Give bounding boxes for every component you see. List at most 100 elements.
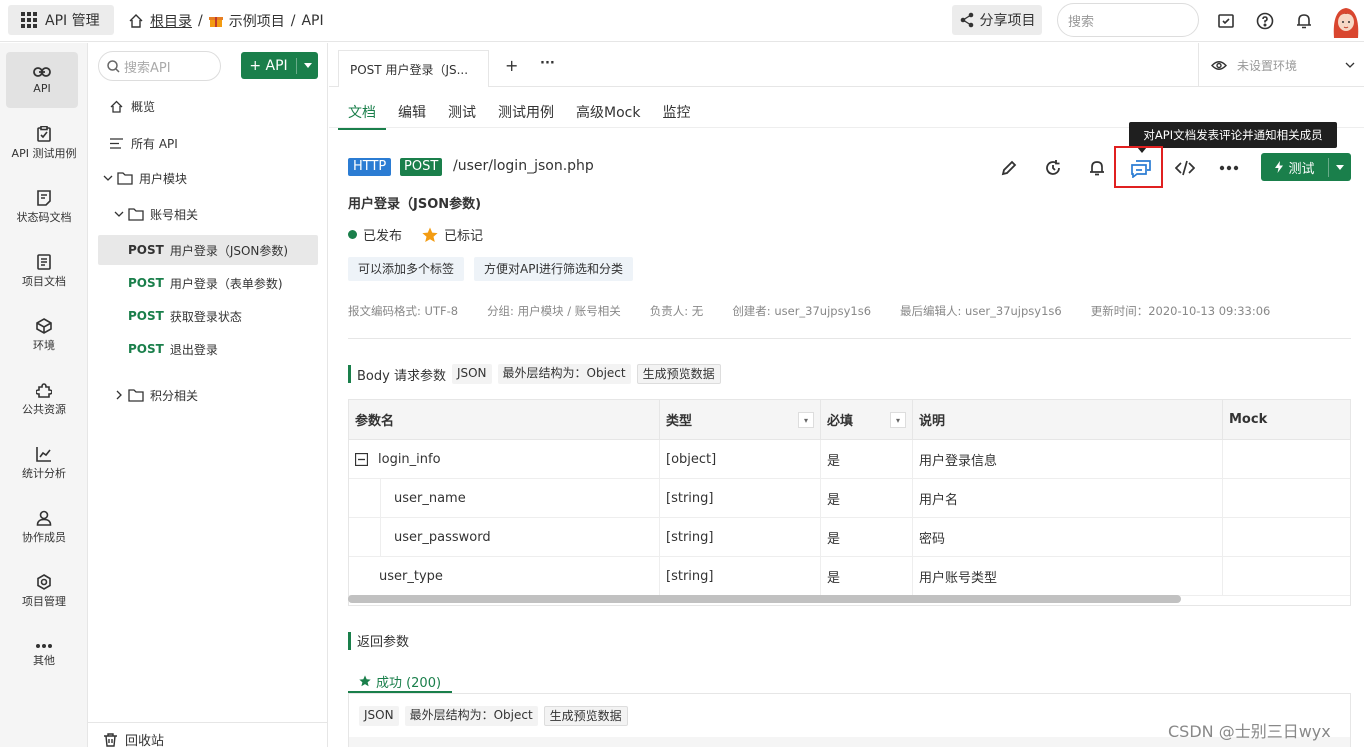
trash-button[interactable]: 回收站: [104, 730, 164, 747]
environment-select[interactable]: 未设置环境: [1198, 43, 1364, 87]
tab-more-button[interactable]: ···: [540, 56, 555, 71]
chart-icon: [36, 446, 52, 462]
rail-item-project-management[interactable]: 项目管理: [0, 563, 88, 619]
table-cell-desc: 用户账号类型: [913, 557, 1223, 596]
rail-item-shared-resources[interactable]: 公共资源: [0, 371, 88, 427]
tab-test[interactable]: 测试: [448, 102, 476, 130]
test-button-main[interactable]: 测试: [1261, 157, 1329, 177]
bell-icon[interactable]: [1293, 10, 1315, 32]
rail-item-members[interactable]: 协作成员: [0, 499, 88, 555]
generate-preview-button[interactable]: 生成预览数据: [543, 706, 628, 726]
meta-owner: 负责人: 无: [649, 304, 704, 318]
api-path: /user/login_json.php: [453, 158, 594, 174]
api-name: 用户登录（JSON参数): [169, 243, 289, 258]
tab-test-cases[interactable]: 测试用例: [498, 102, 554, 130]
tab-label: 成功 (200): [375, 675, 442, 691]
rail-label: 项目管理: [22, 594, 66, 608]
sort-icon[interactable]: ▾: [798, 412, 814, 428]
rail-item-status-code-docs[interactable]: 状态码文档: [0, 179, 88, 235]
section-title: 返回参数: [357, 635, 410, 650]
generate-preview-button[interactable]: 生成预览数据: [636, 364, 721, 384]
meta-updated: 更新时间：2020-10-13 09:33:06: [1090, 304, 1271, 318]
horizontal-scrollbar[interactable]: [348, 595, 1181, 603]
link-icon: [33, 65, 51, 79]
table-cell-mock: [1223, 479, 1350, 518]
tree-folder-user-module[interactable]: 用户模块: [98, 163, 318, 193]
table-cell-mock: [1223, 518, 1350, 557]
collapse-icon[interactable]: [355, 452, 368, 466]
task-icon[interactable]: [1215, 10, 1237, 32]
share-project-button[interactable]: 分享项目: [952, 5, 1042, 35]
add-api-label[interactable]: + API: [241, 57, 297, 74]
tree-api-item[interactable]: POST 获取登录状态: [98, 301, 318, 331]
bell-icon[interactable]: [1086, 157, 1108, 179]
tab-advanced-mock[interactable]: 高级Mock: [576, 102, 640, 130]
avatar[interactable]: [1330, 4, 1362, 38]
table-cell-name: user_password: [381, 518, 660, 557]
table-cell-required: 是: [821, 440, 913, 479]
tab-monitor[interactable]: 监控: [662, 102, 690, 130]
table-cell-type: [string]: [660, 518, 821, 557]
rail-item-more[interactable]: 其他: [0, 627, 88, 683]
rail-item-statistics[interactable]: 统计分析: [0, 435, 88, 491]
trash-icon: [104, 732, 117, 747]
test-button[interactable]: 测试: [1261, 153, 1351, 181]
outer-structure-pill: 最外层结构为：Object: [497, 364, 631, 384]
rail-item-api-test-cases[interactable]: API 测试用例: [0, 115, 88, 171]
tree-folder-account[interactable]: 账号相关: [98, 199, 318, 229]
tag[interactable]: 方便对API进行筛选和分类: [474, 257, 633, 281]
rail-item-environment[interactable]: 环境: [0, 307, 88, 363]
code-icon[interactable]: [1174, 157, 1196, 179]
api-title: 用户登录（JSON参数): [348, 197, 482, 212]
tree-item-overview[interactable]: 概览: [98, 91, 318, 121]
doc-icon: [37, 189, 51, 206]
tab-doc[interactable]: 文档: [338, 102, 386, 130]
breadcrumb-sep: /: [198, 13, 203, 29]
tree-item-all-api[interactable]: 所有 API: [98, 128, 318, 158]
tab-label: POST 用户登录（JS...: [350, 62, 469, 77]
meta-row: 报文编码格式: UTF-8 分组: 用户模块 / 账号相关 负责人: 无 创建者…: [348, 303, 1270, 319]
protocol-badge: HTTP: [348, 158, 392, 176]
table-cell-name: login_info: [349, 440, 660, 479]
tree-label: 概览: [131, 99, 156, 114]
column-header-required: 必填 ▾: [821, 400, 913, 440]
global-search-input[interactable]: 搜索: [1057, 3, 1199, 37]
rail-item-api[interactable]: API: [6, 52, 78, 108]
tree-api-item[interactable]: POST 用户登录（JSON参数): [98, 235, 318, 265]
help-icon[interactable]: [1254, 10, 1276, 32]
watermark: CSDN @士别三日wyx: [1168, 722, 1331, 741]
table-cell-desc: 密码: [913, 518, 1223, 557]
rail-label: 其他: [33, 653, 55, 667]
tree-api-item[interactable]: POST 退出登录: [98, 334, 318, 364]
history-icon[interactable]: [1042, 157, 1064, 179]
puzzle-icon: [36, 382, 52, 398]
status-row: 已发布 已标记: [348, 225, 483, 244]
new-tab-button[interactable]: +: [505, 56, 518, 75]
table-cell-type: [string]: [660, 557, 821, 596]
tree-folder-points[interactable]: 积分相关: [98, 380, 318, 410]
app-label: API 管理: [45, 13, 100, 29]
tag[interactable]: 可以添加多个标签: [348, 257, 465, 281]
share-label: 分享项目: [979, 13, 1036, 29]
breadcrumb-project[interactable]: 示例项目: [229, 11, 285, 31]
open-api-tab[interactable]: POST 用户登录（JS...: [338, 50, 489, 87]
app-menu-button[interactable]: API 管理: [8, 5, 114, 35]
star-icon[interactable]: [422, 227, 438, 243]
api-name: 获取登录状态: [169, 309, 242, 324]
tab-success-200[interactable]: 成功 (200): [348, 671, 452, 693]
method-badge: POST: [128, 342, 164, 356]
format-pill: JSON: [451, 364, 492, 384]
api-search-input[interactable]: 搜索API: [98, 51, 221, 81]
caret-down-icon[interactable]: [1329, 164, 1351, 170]
add-api-button[interactable]: + API: [241, 52, 318, 79]
caret-down-icon[interactable]: [297, 63, 318, 68]
breadcrumb: 根目录 / 示例项目 / API: [128, 11, 324, 31]
edit-icon[interactable]: [998, 157, 1020, 179]
more-icon[interactable]: [1218, 157, 1240, 179]
tab-edit[interactable]: 编辑: [398, 102, 426, 130]
sort-icon[interactable]: ▾: [890, 412, 906, 428]
tree-api-item[interactable]: POST 用户登录（表单参数): [98, 268, 318, 298]
rail-item-project-docs[interactable]: 项目文档: [0, 243, 88, 299]
format-pill: JSON: [359, 706, 399, 726]
breadcrumb-root[interactable]: 根目录: [150, 11, 192, 31]
